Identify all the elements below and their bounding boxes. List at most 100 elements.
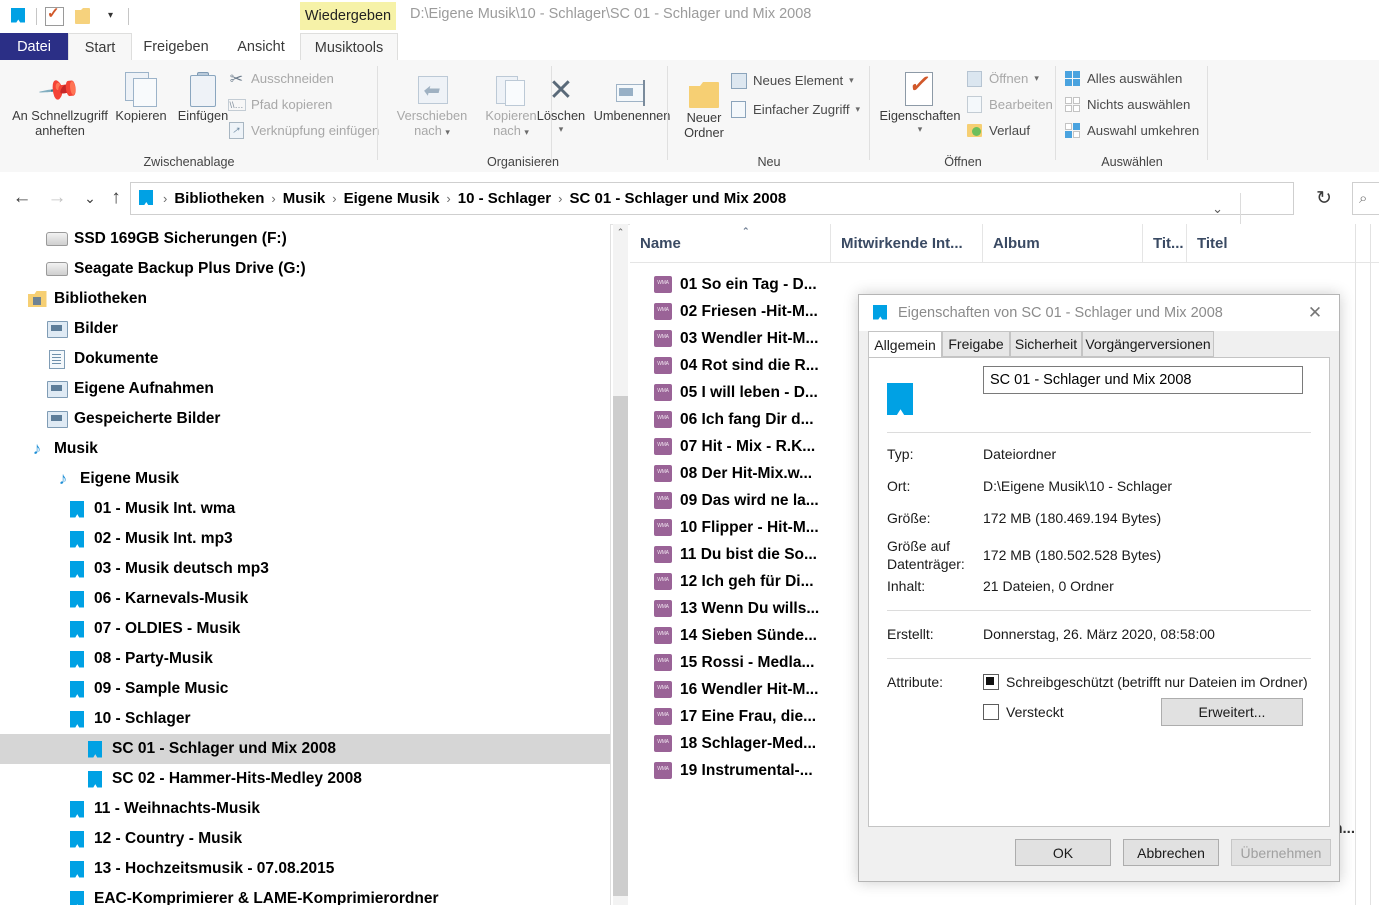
breadcrumb-separator-4[interactable]: › [558,191,562,206]
tab-datei[interactable]: Datei [0,33,68,60]
customize-caret-icon[interactable]: ▾ [100,6,121,27]
invert-selection-button[interactable]: Auswahl umkehren [1064,122,1199,139]
tab-freigabe[interactable]: Freigabe [942,331,1010,357]
hidden-checkbox[interactable] [983,704,999,720]
file-row[interactable]: 12 Ich geh für Di... [654,568,814,595]
ok-button[interactable]: OK [1015,839,1111,866]
tree-node[interactable]: Seagate Backup Plus Drive (G:) [0,254,610,284]
column-header-album[interactable]: Album [982,224,1142,262]
cut-button[interactable]: ✂ Ausschneiden [228,70,334,88]
tree-node[interactable]: Eigene Aufnahmen [0,374,610,404]
tab-musiktools[interactable]: Musiktools [300,33,398,61]
tree-node[interactable]: 13 - Hochzeitsmusik - 07.08.2015 [0,854,610,884]
column-header-contributing-artists[interactable]: Mitwirkende Int... [830,224,982,262]
breadcrumb-separator-0[interactable]: › [163,191,167,206]
readonly-checkbox[interactable] [983,674,999,690]
file-row[interactable]: 18 Schlager-Med... [654,730,816,757]
file-row[interactable]: 16 Wendler Hit-M... [654,676,818,703]
file-row[interactable]: 17 Eine Frau, die... [654,703,816,730]
apply-button[interactable]: Übernehmen [1231,839,1331,866]
delete-button[interactable]: ✕ Löschen ▾ [530,68,592,134]
delete-caret-icon[interactable]: ▾ [559,124,564,134]
navigation-tree[interactable]: SSD 169GB Sicherungen (F:) Seagate Backu… [0,224,610,905]
folder-name-input[interactable] [983,366,1303,394]
breadcrumb-item-0[interactable]: Bibliotheken [174,190,264,207]
open-button[interactable]: Öffnen ▾ [966,70,1039,87]
new-item-caret-icon[interactable]: ▾ [849,75,854,86]
edit-button[interactable]: Bearbeiten [966,96,1053,113]
properties-caret-icon[interactable]: ▾ [918,124,923,134]
ribbon-tab-strip[interactable]: Datei Start Freigeben Ansicht Musiktools [0,33,1379,61]
tree-node[interactable]: Dokumente [0,344,610,374]
breadcrumb-separator-2[interactable]: › [332,191,336,206]
contextual-tab-wiedergeben[interactable]: Wiedergeben [300,2,396,30]
tab-freigeben[interactable]: Freigeben [130,33,222,60]
properties-button[interactable]: ✓ Eigenschaften ▾ [872,68,968,134]
readonly-checkbox-row[interactable]: Schreibgeschützt (betrifft nur Dateien i… [983,674,1308,690]
column-header-row[interactable]: Name ⌃ Mitwirkende Int... Album Tit... T… [630,224,1379,263]
tree-scrollbar[interactable]: ⌃ [613,224,628,905]
file-row[interactable]: 09 Das wird ne la... [654,487,819,514]
tree-node[interactable]: 10 - Schlager [0,704,610,734]
file-row[interactable]: 03 Wendler Hit-M... [654,325,818,352]
file-row[interactable]: 05 I will leben - D... [654,379,818,406]
file-row[interactable]: 01 So ein Tag - D... [654,271,817,298]
column-header-name[interactable]: Name ⌃ [630,224,830,262]
up-button[interactable]: ↑ [104,186,128,210]
breadcrumb-dropdown-icon[interactable]: ⌄ [1212,201,1223,217]
pin-to-quick-access-button[interactable]: 📌 An Schnellzugriff anheften [6,68,114,138]
easy-access-caret-icon[interactable]: ▾ [856,104,861,115]
tree-node[interactable]: 07 - OLDIES - Musik [0,614,610,644]
hidden-checkbox-row[interactable]: Versteckt [983,704,1064,720]
new-folder-button[interactable]: Neuer Ordner [672,70,736,140]
tab-sicherheit[interactable]: Sicherheit [1010,331,1082,357]
scroll-up-icon[interactable]: ⌃ [613,224,628,241]
tree-node[interactable]: EAC-Komprimierer & LAME-Komprimierordner [0,884,610,905]
back-button[interactable]: ← [10,186,34,210]
file-row[interactable]: 11 Du bist die So... [654,541,817,568]
forward-button[interactable]: → [45,186,69,210]
tree-node[interactable]: Bilder [0,314,610,344]
dialog-tab-strip[interactable]: Allgemein Freigabe Sicherheit Vorgängerv… [859,331,1339,358]
tree-node[interactable]: SSD 169GB Sicherungen (F:) [0,224,610,254]
file-row[interactable]: 06 Ich fang Dir d... [654,406,814,433]
tree-node[interactable]: 08 - Party-Musik [0,644,610,674]
tree-node[interactable]: ♪ Musik [0,434,610,464]
easy-access-button[interactable]: Einfacher Zugriff ▾ [730,101,860,118]
breadcrumb[interactable]: › Bibliotheken › Musik › Eigene Musik › … [130,182,1294,224]
paste-button[interactable]: Einfügen [172,68,234,124]
paste-shortcut-button[interactable]: ↗ Verknüpfung einfügen [228,122,379,139]
breadcrumb-separator-1[interactable]: › [271,191,275,206]
folder-icon[interactable] [8,6,29,27]
tree-node[interactable]: 02 - Musik Int. mp3 [0,524,610,554]
file-row[interactable]: 10 Flipper - Hit-M... [654,514,819,541]
column-header-title[interactable]: Titel [1186,224,1379,262]
pane-splitter[interactable] [610,224,611,905]
new-folder-icon[interactable] [72,6,93,27]
properties-check-icon[interactable] [44,4,65,27]
tree-node[interactable]: 03 - Musik deutsch mp3 [0,554,610,584]
tree-node-selected[interactable]: SC 01 - Schlager und Mix 2008 [0,734,610,764]
recent-locations-button[interactable]: ⌄ [78,186,102,210]
search-input[interactable]: ⌕ [1352,182,1379,215]
copy-path-button[interactable]: \\… Pfad kopieren [227,96,332,113]
tree-node[interactable]: 06 - Karnevals-Musik [0,584,610,614]
tab-allgemein[interactable]: Allgemein [868,331,942,358]
quick-access-toolbar[interactable]: ▾ [8,3,129,29]
open-caret-icon[interactable]: ▾ [1034,73,1039,84]
tab-start[interactable]: Start [68,33,132,61]
breadcrumb-item-4[interactable]: SC 01 - Schlager und Mix 2008 [570,190,787,207]
breadcrumb-item-1[interactable]: Musik [283,190,326,207]
tree-node[interactable]: 12 - Country - Musik [0,824,610,854]
copy-button[interactable]: Kopieren [110,68,172,124]
breadcrumb-separator-3[interactable]: › [446,191,450,206]
breadcrumb-item-2[interactable]: Eigene Musik [344,190,440,207]
file-row[interactable]: 04 Rot sind die R... [654,352,819,379]
tree-node[interactable]: 09 - Sample Music [0,674,610,704]
tab-vorgaengerversionen[interactable]: Vorgängerversionen [1082,331,1214,357]
file-row[interactable]: 15 Rossi - Medla... [654,649,814,676]
cancel-button[interactable]: Abbrechen [1123,839,1219,866]
file-row[interactable]: 14 Sieben Sünde... [654,622,817,649]
file-row[interactable]: 07 Hit - Mix - R.K... [654,433,815,460]
tree-node[interactable]: SC 02 - Hammer-Hits-Medley 2008 [0,764,610,794]
